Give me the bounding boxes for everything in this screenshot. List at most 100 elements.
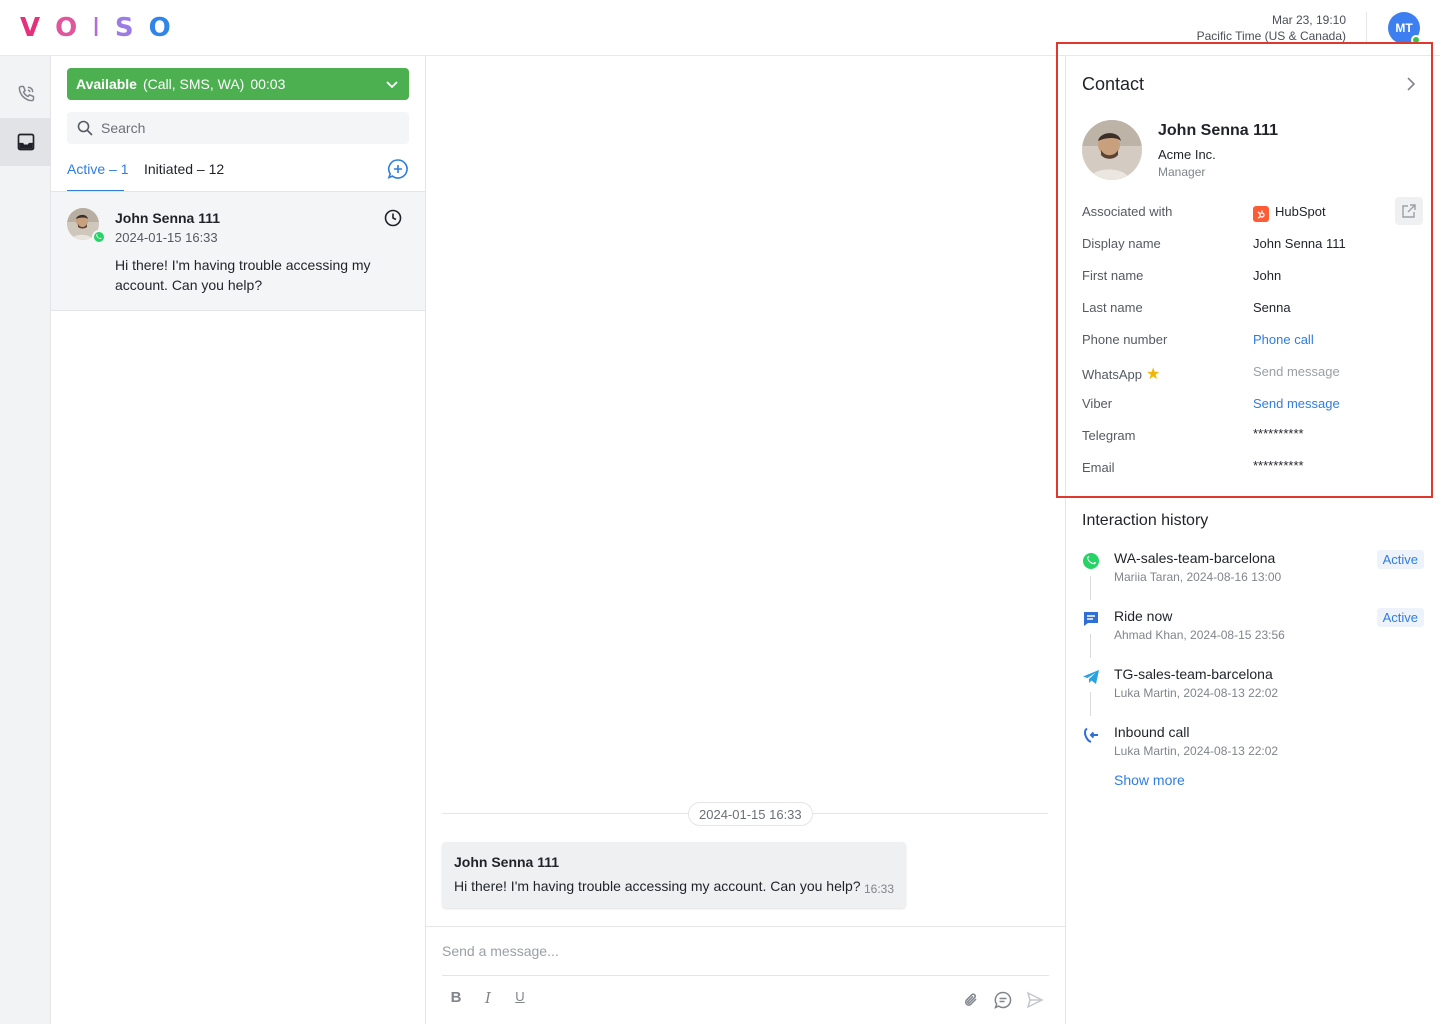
chat-panel: 2024-01-15 16:33 John Senna 111 Hi there…: [426, 56, 1066, 1024]
conversation-list-panel: Available (Call, SMS, WA) 00:03 Active –…: [51, 56, 426, 1024]
attachment-icon[interactable]: [962, 991, 980, 1009]
conversation-contact-name: John Senna 111: [115, 210, 221, 226]
phone-calls-icon: [18, 85, 34, 102]
header-divider: [1366, 12, 1367, 44]
message-text: Hi there! I'm having trouble accessing m…: [454, 878, 861, 894]
status-channels: (Call, SMS, WA): [142, 76, 245, 92]
tab-initiated[interactable]: Initiated – 12: [144, 161, 224, 177]
timeline-connector: [1090, 692, 1091, 716]
message-input[interactable]: [442, 939, 1042, 963]
whatsapp-label: WhatsApp ★: [1082, 366, 1161, 383]
whatsapp-badge-icon: [92, 230, 106, 244]
message-composer: B I U: [426, 926, 1065, 1024]
nav-inbox[interactable]: [0, 118, 51, 166]
phone-call-link[interactable]: Phone call: [1253, 332, 1314, 347]
nav-rail: [0, 56, 51, 1024]
chat-icon: [1084, 612, 1098, 626]
underline-button[interactable]: U: [508, 989, 532, 1004]
search-input[interactable]: [101, 120, 381, 136]
quick-reply-icon[interactable]: [994, 991, 1012, 1009]
chevron-right-icon[interactable]: [1404, 76, 1418, 92]
search-icon: [77, 120, 93, 136]
timezone: Pacific Time (US & Canada): [1196, 29, 1346, 43]
whatsapp-send-message: Send message: [1253, 364, 1340, 379]
telegram-label: Telegram: [1082, 428, 1136, 443]
external-link-icon: [1402, 204, 1416, 218]
status-timer: 00:03: [250, 76, 286, 92]
new-conversation-icon[interactable]: [387, 158, 409, 180]
clock-display: Mar 23, 19:10 Pacific Time (US & Canada): [1197, 12, 1346, 44]
history-item[interactable]: Ride now Ahmad Khan, 2024-08-15 23:56 Ac…: [1082, 608, 1424, 666]
star-icon: ★: [1145, 366, 1161, 383]
email-value: **********: [1253, 458, 1304, 473]
online-status-dot: [1411, 35, 1421, 45]
inbox-icon: [17, 133, 34, 151]
interaction-history-title: Interaction history: [1082, 512, 1209, 529]
composer-divider: [442, 975, 1049, 976]
contact-company: Acme Inc.: [1158, 147, 1216, 162]
conversation-list-item[interactable]: John Senna 111 2024-01-15 16:33 Hi there…: [51, 192, 425, 311]
first-name-value: John: [1253, 268, 1282, 283]
viber-label: Viber: [1082, 396, 1113, 411]
top-header: V O I S O Mar 23, 19:10 Pacific Time (US…: [0, 0, 1440, 56]
history-item-meta: Luka Martin, 2024-08-13 22:02: [1114, 744, 1279, 758]
incoming-message: John Senna 111 Hi there! I'm having trou…: [442, 842, 906, 908]
contact-photo: [1082, 120, 1142, 180]
chevron-down-icon: [386, 81, 398, 89]
italic-button[interactable]: I: [476, 989, 500, 1007]
hubspot-label: HubSpot: [1275, 204, 1326, 219]
timeline-connector: [1090, 634, 1091, 658]
status-badge: Active: [1376, 550, 1424, 569]
telegram-icon: [1083, 670, 1099, 684]
conversation-tabs: Active – 1 Initiated – 12: [67, 156, 409, 192]
inbound-call-icon: [1084, 727, 1098, 743]
show-more-link[interactable]: Show more: [1114, 772, 1185, 788]
history-item-name: TG-sales-team-barcelona: [1114, 666, 1273, 682]
conversation-preview: Hi there! I'm having trouble accessing m…: [115, 257, 371, 293]
viber-send-message-link[interactable]: Send message: [1253, 396, 1340, 411]
timeline-connector: [1090, 576, 1091, 600]
user-avatar[interactable]: MT: [1388, 12, 1421, 45]
display-name-value: John Senna 111: [1253, 236, 1346, 251]
contact-role: Manager: [1158, 165, 1206, 179]
tab-active[interactable]: Active – 1: [67, 161, 128, 177]
search-box: [67, 112, 409, 144]
history-item-name: Ride now: [1114, 608, 1173, 624]
hubspot-icon: [1253, 206, 1269, 222]
nav-calls[interactable]: [0, 70, 51, 118]
last-name-label: Last name: [1082, 300, 1143, 315]
conversation-date: 2024-01-15 16:33: [115, 230, 218, 245]
bold-button[interactable]: B: [444, 989, 468, 1006]
email-label: Email: [1082, 460, 1115, 475]
contact-panel: Contact John Senna 111 Acme Inc. Manager…: [1066, 56, 1440, 1024]
current-time: Mar 23, 19:10: [1271, 13, 1346, 27]
availability-status-dropdown[interactable]: Available (Call, SMS, WA) 00:03: [67, 68, 409, 100]
contact-title: Contact: [1082, 74, 1145, 94]
contact-name: John Senna 111: [1158, 122, 1279, 139]
history-item-name: WA-sales-team-barcelona: [1114, 550, 1276, 566]
associated-with-value: HubSpot: [1253, 204, 1326, 222]
message-time: 16:33: [863, 882, 894, 896]
send-icon[interactable]: [1026, 991, 1044, 1009]
status-label: Available: [76, 76, 137, 92]
status-badge: Active: [1376, 608, 1424, 627]
history-item-meta: Ahmad Khan, 2024-08-15 23:56: [1114, 628, 1285, 642]
clock-icon[interactable]: [384, 209, 402, 227]
history-item-meta: Mariia Taran, 2024-08-16 13:00: [1114, 570, 1282, 584]
open-in-crm-button[interactable]: [1395, 197, 1423, 225]
user-initials: MT: [1395, 21, 1413, 35]
message-author: John Senna 111: [454, 854, 560, 870]
voiso-logo[interactable]: V O I S O: [20, 13, 172, 43]
history-item-meta: Luka Martin, 2024-08-13 22:02: [1114, 686, 1279, 700]
last-name-value: Senna: [1253, 300, 1291, 315]
history-item[interactable]: TG-sales-team-barcelona Luka Martin, 202…: [1082, 666, 1424, 724]
telegram-value: **********: [1253, 426, 1304, 441]
first-name-label: First name: [1082, 268, 1144, 283]
history-item[interactable]: WA-sales-team-barcelona Mariia Taran, 20…: [1082, 550, 1424, 608]
date-divider: 2024-01-15 16:33: [688, 802, 813, 826]
whatsapp-icon: [1083, 553, 1099, 569]
phone-number-label: Phone number: [1082, 332, 1168, 347]
history-item-name: Inbound call: [1114, 724, 1190, 740]
associated-with-label: Associated with: [1082, 204, 1173, 219]
display-name-label: Display name: [1082, 236, 1161, 251]
